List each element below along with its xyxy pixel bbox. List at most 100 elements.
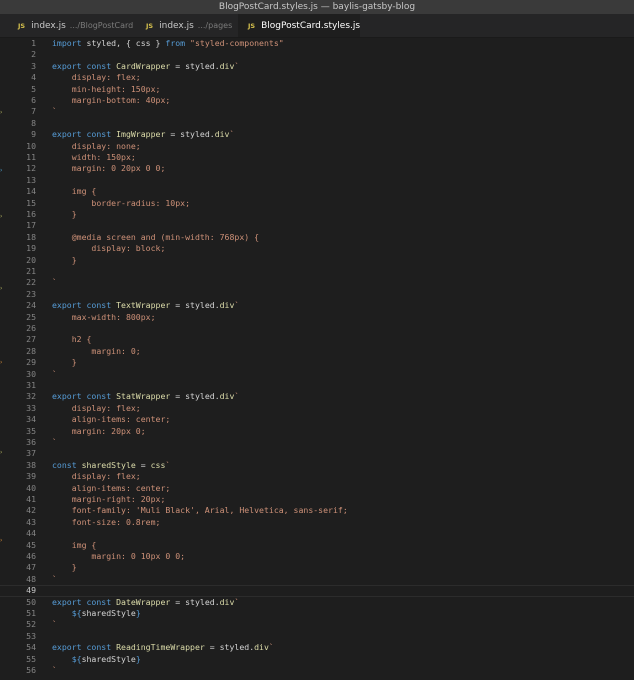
code-line: 42 font-family: 'Muli Black', Arial, Hel… — [0, 505, 634, 516]
tab-index-blogpostcard[interactable]: JS index.js .../BlogPostCard — [0, 14, 136, 37]
code-token: ` — [52, 619, 57, 630]
code-token: DateWrapper — [116, 596, 171, 607]
code-token: ${ — [71, 653, 82, 664]
code-token: export const — [52, 60, 117, 71]
line-number: 54 — [26, 642, 36, 653]
tab-blogpostcard-styles[interactable]: JS BlogPostCard.styles.js — [238, 14, 360, 37]
code-text: ` — [52, 619, 57, 630]
code-token: display: flex; — [52, 72, 141, 83]
code-text: font-size: 0.8rem; — [52, 517, 161, 528]
code-text: ${sharedStyle} — [52, 654, 141, 665]
code-token: margin: 20px 0; — [52, 425, 146, 436]
window-titlebar: BlogPostCard.styles.js — baylis-gatsby-b… — [0, 0, 634, 14]
code-token: font-family: 'Muli Black', Arial, Helvet… — [52, 505, 348, 516]
line-number: 30 — [26, 368, 36, 379]
code-editor[interactable]: 1 import styled, { css } from "styled-com… — [0, 38, 634, 680]
line-number: 51 — [26, 608, 36, 618]
line-number: 18 — [26, 231, 36, 242]
line-number: 12 — [26, 163, 36, 174]
code-line: 43 font-size: 0.8rem; — [0, 517, 634, 528]
line-number: 3 — [31, 60, 36, 71]
code-text: margin: 0 20px 0 0; — [52, 163, 166, 174]
code-token: display: none; — [52, 140, 141, 151]
code-token: = styled. — [170, 596, 220, 607]
code-line: 26 — [0, 323, 634, 334]
code-token: width: 150px; — [52, 152, 136, 162]
code-token: ` — [234, 60, 240, 71]
code-token: margin-right: 20px; — [52, 494, 166, 504]
line-number: 23 — [26, 288, 36, 299]
code-token: ImgWrapper — [116, 129, 166, 140]
line-number: 24 — [26, 300, 36, 311]
code-line: 55 ${sharedStyle} — [0, 654, 634, 665]
code-line: 46 margin: 0 10px 0 0; — [0, 551, 634, 562]
line-number: 5 — [31, 83, 36, 94]
line-number: 4 — [31, 72, 36, 83]
code-text: ` — [52, 665, 57, 676]
line-number: 11 — [26, 152, 36, 162]
line-number: 41 — [26, 494, 36, 504]
code-line: 28 margin: 0; — [0, 346, 634, 357]
code-text: img { — [52, 186, 97, 197]
code-token: ReadingTimeWrapper — [116, 642, 205, 653]
code-line: 38 const sharedStyle = css` — [0, 460, 634, 471]
code-text: import styled, { css } from "styled-comp… — [52, 38, 284, 49]
code-token: = — [135, 459, 151, 470]
line-number: 15 — [26, 197, 36, 208]
code-line: 44 — [0, 528, 634, 539]
code-line: 24 export const TextWrapper = styled.div` — [0, 300, 634, 311]
code-token: = styled. — [170, 300, 220, 311]
code-text: export const StatWrapper = styled.div` — [52, 391, 239, 402]
tab-index-pages[interactable]: JS index.js .../pages — [136, 14, 238, 37]
code-text: font-family: 'Muli Black', Arial, Helvet… — [52, 505, 348, 516]
code-token: ` — [52, 437, 57, 447]
tab-label: index.js — [31, 20, 66, 31]
code-token: max-width: 800px; — [52, 311, 156, 322]
code-line: 14 img { — [0, 186, 634, 197]
code-line: 51 ${sharedStyle} — [0, 608, 634, 619]
code-token: css — [150, 459, 166, 470]
code-text: } — [52, 209, 77, 220]
code-line: 36 ` — [0, 437, 634, 448]
code-line: 47 } — [0, 562, 634, 573]
editor-tab-bar: JS index.js .../BlogPostCard JS index.js… — [0, 14, 634, 38]
code-token: import — [52, 38, 87, 48]
code-line: 32 export const StatWrapper = styled.div` — [0, 391, 634, 402]
code-line: 12 margin: 0 20px 0 0; — [0, 163, 634, 174]
line-number: 10 — [26, 140, 36, 151]
code-token: styled, { css } — [86, 38, 166, 48]
line-number: 9 — [31, 129, 36, 140]
code-text: const sharedStyle = css` — [52, 460, 170, 471]
window-title: BlogPostCard.styles.js — baylis-gatsby-b… — [218, 2, 416, 12]
code-token: div — [219, 60, 235, 71]
code-token: TextWrapper — [116, 300, 171, 311]
code-text: export const CardWrapper = styled.div` — [52, 61, 239, 72]
tab-path: .../BlogPostCard — [69, 21, 134, 30]
code-line: 35 margin: 20px 0; — [0, 426, 634, 437]
line-number: 32 — [26, 391, 36, 402]
line-number: 7 — [31, 106, 36, 117]
code-token: ${ — [71, 608, 82, 618]
code-text: } — [52, 562, 77, 573]
code-token: } — [135, 653, 141, 664]
code-text: ` — [52, 277, 57, 288]
code-text: export const TextWrapper = styled.div` — [52, 300, 239, 311]
code-line: 27 h2 { — [0, 334, 634, 345]
code-token: div — [219, 596, 235, 607]
code-token: export const — [52, 642, 117, 653]
code-token: sharedStyle — [81, 459, 136, 470]
line-number: 8 — [31, 117, 36, 128]
code-text: display: flex; — [52, 72, 141, 83]
code-text: } — [52, 255, 77, 266]
code-token: = styled. — [170, 60, 220, 71]
line-number: 40 — [26, 482, 36, 493]
code-text: margin-right: 20px; — [52, 494, 166, 505]
code-token: export const — [52, 300, 117, 311]
code-text: margin: 0; — [52, 346, 140, 357]
code-line: 31 — [0, 380, 634, 391]
code-token: } — [135, 608, 141, 618]
line-number: 29 — [26, 357, 36, 368]
code-line: 4 display: flex; — [0, 72, 634, 83]
code-text: ` — [52, 369, 57, 380]
line-number: 53 — [26, 630, 36, 641]
